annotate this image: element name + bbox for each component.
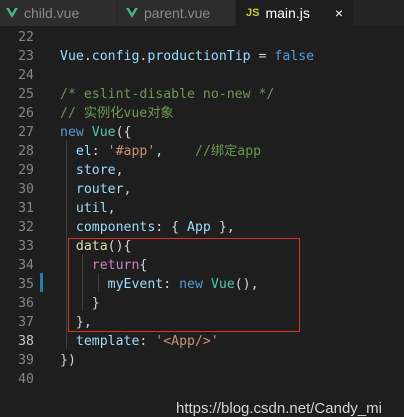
line-number: 26: [18, 106, 34, 121]
vue-icon: [6, 8, 18, 18]
code-token: Vue: [60, 49, 84, 64]
code-token: :: [139, 334, 156, 349]
code-text: new Vue({: [60, 123, 132, 142]
code-editor[interactable]: 22 23 Vue.config.productionTip = false 24 25…: [0, 26, 404, 417]
code-text: store,: [60, 161, 124, 180]
tab-child-vue[interactable]: child.vue: [0, 0, 118, 26]
line-number: 35: [18, 277, 34, 292]
code-text: }): [60, 351, 76, 370]
code-token: productionTip: [147, 49, 251, 64]
code-text: components: { App },: [60, 218, 235, 237]
code-line: 40: [0, 370, 404, 389]
tab-bar: child.vue parent.vue JS main.js ×: [0, 0, 404, 26]
vue-icon: [126, 8, 138, 18]
code-line: 27 new Vue({: [0, 123, 404, 142]
code-token: /* eslint-disable no-new */: [60, 87, 275, 102]
highlight-box: [68, 238, 300, 332]
line-number: 40: [18, 372, 34, 387]
line-number: 36: [18, 296, 34, 311]
code-line: 39}): [0, 351, 404, 370]
line-number: 22: [18, 30, 34, 45]
line-number: 34: [18, 258, 34, 273]
code-token: false: [274, 49, 315, 64]
code-token: ({: [115, 125, 132, 140]
code-line: 28 el: '#app', //绑定app: [0, 142, 404, 161]
code-line: 32 components: { App },: [0, 218, 404, 237]
line-number: 29: [18, 163, 34, 178]
code-token: el: [60, 144, 92, 159]
code-line: 23 Vue.config.productionTip = false: [0, 47, 404, 66]
code-token: '<App/>': [155, 334, 219, 349]
code-token: .: [83, 49, 92, 64]
code-line: 31 util,: [0, 199, 404, 218]
tab-label: parent.vue: [144, 5, 211, 21]
code-token: ,: [155, 144, 195, 159]
code-text: template: '<App/>': [60, 332, 219, 351]
code-token: '#app': [107, 144, 156, 159]
line-number: 25: [18, 87, 34, 102]
code-token: new: [60, 125, 84, 140]
code-token: ,: [123, 182, 132, 197]
code-token: ,: [107, 201, 116, 216]
line-number: 31: [18, 201, 34, 216]
code-token: :: [91, 144, 108, 159]
code-text: // 实例化vue对象: [60, 104, 174, 123]
code-line: 26 // 实例化vue对象: [0, 104, 404, 123]
code-token: }): [60, 353, 76, 368]
code-line: 29 store,: [0, 161, 404, 180]
tab-label: child.vue: [24, 5, 80, 21]
code-token: Vue: [91, 125, 116, 140]
code-token: util: [60, 201, 108, 216]
code-token: // 实例化vue对象: [60, 106, 174, 121]
watermark: https://blog.csdn.net/Candy_mi: [176, 400, 382, 417]
code-text: util,: [60, 199, 116, 218]
tab-label: main.js: [265, 5, 310, 21]
code-token: },: [210, 220, 235, 235]
code-line: 25 /* eslint-disable no-new */: [0, 85, 404, 104]
line-number: 33: [18, 239, 34, 254]
modified-line-indicator: [40, 273, 43, 292]
close-icon[interactable]: ×: [335, 5, 343, 21]
code-line: 38 template: '<App/>': [0, 332, 404, 351]
code-token: router: [60, 182, 124, 197]
line-number: 39: [18, 353, 34, 368]
line-number: 32: [18, 220, 34, 235]
code-text: /* eslint-disable no-new */: [60, 85, 274, 104]
code-token: store: [60, 163, 116, 178]
code-token: =: [250, 49, 275, 64]
code-token: components: [60, 220, 156, 235]
code-line: 24: [0, 66, 404, 85]
tab-parent-vue[interactable]: parent.vue: [118, 0, 236, 26]
js-icon: JS: [246, 7, 260, 19]
code-text: Vue.config.productionTip = false: [60, 47, 314, 66]
code-text: router,: [60, 180, 132, 199]
line-number: 30: [18, 182, 34, 197]
code-token: ,: [115, 163, 124, 178]
line-number: 38: [18, 334, 34, 349]
line-number: 37: [18, 315, 34, 330]
code-line: 30 router,: [0, 180, 404, 199]
code-text: el: '#app', //绑定app: [60, 142, 261, 161]
line-number: 24: [18, 68, 34, 83]
code-token: App: [187, 220, 211, 235]
indent-guide: [66, 140, 67, 349]
line-number: 27: [18, 125, 34, 140]
line-number: 28: [18, 144, 34, 159]
code-token: : {: [155, 220, 188, 235]
tab-main-js[interactable]: JS main.js ×: [236, 0, 354, 26]
code-token: template: [60, 334, 140, 349]
code-line: 22: [0, 28, 404, 47]
code-token: config: [91, 49, 140, 64]
line-number: 23: [18, 49, 34, 64]
code-token: //绑定app: [195, 144, 262, 159]
